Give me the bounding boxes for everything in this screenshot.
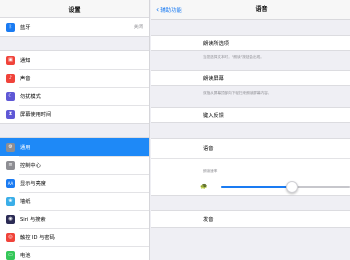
voices-label: 语音	[203, 146, 214, 152]
sidebar-group-connectivity: ᛒ 蓝牙 关闭	[0, 17, 149, 37]
turtle-icon: 🐢	[200, 183, 208, 190]
sidebar-item-notifications[interactable]: ▣ 通知	[0, 51, 149, 69]
speak-screen-label: 朗读屏幕	[203, 75, 224, 82]
sidebar-item-general[interactable]: ⚙ 通用	[0, 138, 149, 156]
sidebar-item-label: 触控 ID 与密码	[20, 234, 55, 241]
sidebar-item-label: 电池	[20, 252, 31, 259]
sidebar-item-display-brightness[interactable]: AA 显示与亮度	[0, 174, 149, 192]
slider-knob[interactable]	[285, 181, 298, 193]
siri-icon: ◉	[6, 214, 15, 224]
typing-feedback-label: 键入反馈	[203, 112, 224, 119]
sidebar-item-wallpaper[interactable]: ❀ 墙纸	[0, 192, 149, 210]
hourglass-icon: ⧗	[6, 109, 15, 119]
sidebar-item-sounds[interactable]: ♪ 声音	[0, 69, 149, 87]
sidebar-item-label: 声音	[20, 75, 31, 82]
sidebar-item-label: 屏幕使用时间	[20, 111, 52, 118]
pronunciations-row[interactable]: 发音	[151, 210, 350, 228]
page-title: 语音	[255, 6, 268, 13]
speak-screen-row[interactable]: 朗读屏幕	[151, 70, 350, 86]
fingerprint-icon: ◎	[6, 232, 15, 242]
gear-icon: ⚙	[6, 142, 15, 152]
pronunciations-label: 发音	[203, 216, 214, 223]
sidebar-item-control-center[interactable]: ≡ 控制中心	[0, 156, 149, 174]
sidebar-item-label: 通用	[20, 144, 31, 151]
sidebar-item-label: Siri 与搜索	[20, 216, 46, 223]
sound-icon: ♪	[6, 73, 15, 83]
sidebar-item-screen-time[interactable]: ⧗ 屏幕使用时间	[0, 105, 149, 123]
speak-selection-row[interactable]: 朗读所选项	[151, 35, 350, 51]
display-icon: AA	[6, 178, 15, 188]
speaking-rate-slider[interactable]: 🐢	[151, 181, 350, 193]
control-center-icon: ≡	[6, 160, 15, 170]
sidebar-item-do-not-disturb[interactable]: ☾ 勿扰模式	[0, 87, 149, 105]
sidebar-item-bluetooth[interactable]: ᛒ 蓝牙 关闭	[0, 18, 149, 36]
moon-icon: ☾	[6, 91, 15, 101]
speaking-rate-label: 朗读速率	[203, 169, 218, 173]
notifications-icon: ▣	[6, 55, 15, 65]
wallpaper-icon: ❀	[6, 196, 15, 206]
speak-screen-caption: 双指从屏幕顶部向下轻扫来朗读屏幕内容。	[203, 91, 272, 95]
sidebar-item-label: 蓝牙	[20, 24, 31, 31]
voices-row[interactable]: 语音	[151, 139, 350, 159]
typing-feedback-row[interactable]: 键入反馈	[151, 107, 350, 123]
sidebar-item-siri-search[interactable]: ◉ Siri 与搜索	[0, 210, 149, 228]
sidebar-item-label: 显示与亮度	[20, 180, 46, 187]
bluetooth-status: 关闭	[133, 25, 143, 30]
slider-fill	[221, 186, 292, 188]
speech-detail-pane: ‹ 辅助功能 语音 朗读所选项 当您选择文本时，"朗读"按钮会出现。 朗读屏幕 …	[151, 0, 350, 260]
bluetooth-icon: ᛒ	[6, 22, 15, 32]
speak-selection-label: 朗读所选项	[203, 40, 229, 47]
sidebar-item-label: 控制中心	[20, 162, 41, 169]
sidebar-title: 设置	[68, 7, 81, 14]
battery-icon: ▭	[6, 250, 15, 260]
sidebar-item-touch-id-passcode[interactable]: ◎ 触控 ID 与密码	[0, 228, 149, 246]
sidebar-group-general: ⚙ 通用 ≡ 控制中心 AA 显示与亮度 ❀ 墙纸 ◉ Siri 与搜索 ◎ 触…	[0, 137, 149, 260]
sidebar-item-label: 通知	[20, 57, 31, 64]
speak-selection-caption: 当您选择文本时，"朗读"按钮会出现。	[203, 55, 264, 59]
sidebar-item-label: 勿扰模式	[20, 93, 41, 100]
settings-sidebar: 设置 ᛒ 蓝牙 关闭 ▣ 通知 ♪ 声音 ☾ 勿扰模式 ⧗ 屏幕使用时间 ⚙ 通…	[0, 0, 150, 260]
sidebar-item-label: 墙纸	[20, 198, 31, 205]
sidebar-item-battery[interactable]: ▭ 电池	[0, 246, 149, 260]
detail-header: ‹ 辅助功能 语音	[151, 0, 350, 20]
sidebar-group-notifications: ▣ 通知 ♪ 声音 ☾ 勿扰模式 ⧗ 屏幕使用时间	[0, 50, 149, 124]
